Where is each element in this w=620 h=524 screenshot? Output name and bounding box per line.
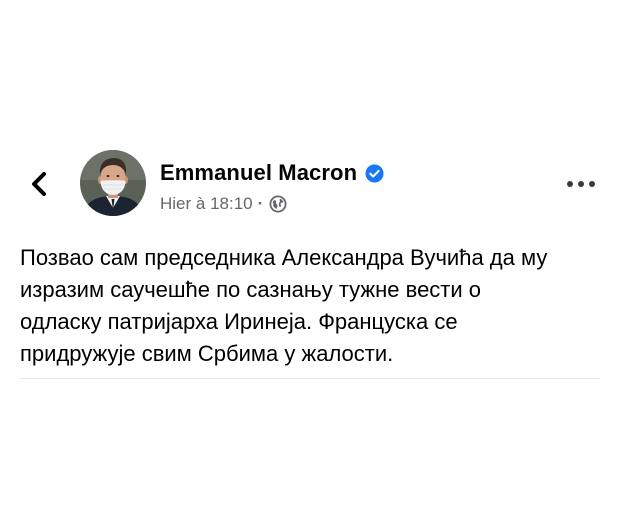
post-meta: Hier à 18:10 · <box>160 189 384 219</box>
divider <box>20 378 600 379</box>
post-header: Emmanuel Macron Hier à 18:10 · <box>160 158 384 219</box>
post-text-line: придружује свим Србима у жалости. <box>20 341 394 366</box>
post-text-line: изразим саучешће по сазнању тужне вести … <box>20 277 482 302</box>
meta-separator: · <box>257 194 264 213</box>
verified-badge-icon <box>365 163 384 183</box>
author-name[interactable]: Emmanuel Macron <box>160 160 357 186</box>
author-row: Emmanuel Macron <box>160 158 384 188</box>
profile-photo <box>80 150 146 216</box>
post-timestamp[interactable]: Hier à 18:10 <box>160 194 253 214</box>
avatar[interactable] <box>80 150 146 216</box>
post-text: Позвао сам председника Александра Вучића… <box>20 242 605 370</box>
back-button[interactable] <box>24 166 54 202</box>
more-options-button[interactable] <box>562 174 600 194</box>
globe-icon <box>269 195 287 213</box>
post-text-line: Позвао сам председника Александра Вучића… <box>20 245 548 270</box>
more-options-icon <box>567 181 595 187</box>
post-text-line: одласку патријарха Иринеја. Француска се <box>20 309 458 334</box>
chevron-left-icon <box>32 172 46 196</box>
